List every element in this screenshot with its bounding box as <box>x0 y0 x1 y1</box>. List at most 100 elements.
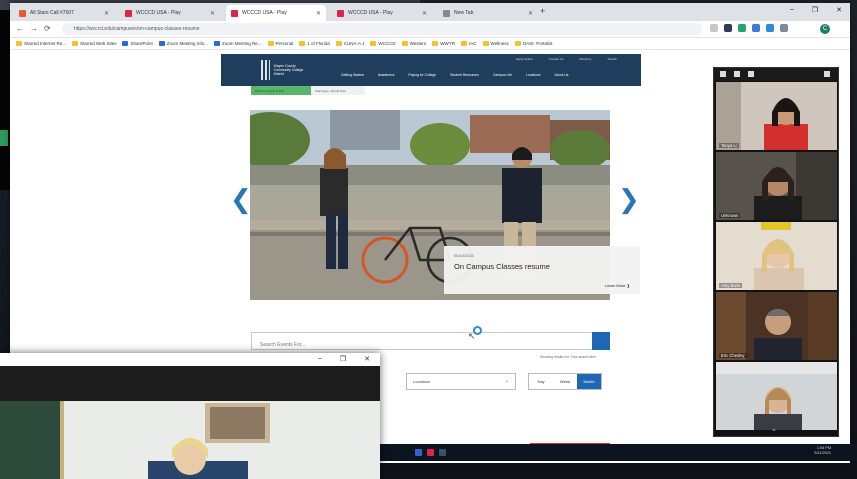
participant-name: Eric Chesley <box>719 353 747 358</box>
taskbar-app-icon[interactable] <box>415 449 422 456</box>
speaker-video <box>0 401 380 479</box>
search-input[interactable] <box>252 337 592 353</box>
browser-tab[interactable]: WCCCD USA - Play ✕ <box>120 5 220 21</box>
participant-tile[interactable]: Tanya Li <box>716 82 837 150</box>
close-tab-icon[interactable]: ✕ <box>210 10 215 17</box>
speaker-view-icon[interactable] <box>734 71 740 77</box>
nav-item[interactable]: Locations <box>526 73 541 77</box>
bookmark-item[interactable]: IAC <box>461 41 477 46</box>
college-logo[interactable]: Wayne County Community College District <box>261 57 313 83</box>
bookmark-item[interactable]: Western <box>401 41 426 46</box>
minimize-button[interactable]: – <box>318 355 322 363</box>
browser-tab[interactable]: All Stars Call #7007 ✕ <box>14 5 114 21</box>
bookmark-item[interactable]: Personal <box>267 41 293 46</box>
close-tab-icon[interactable]: ✕ <box>104 10 109 17</box>
learn-more-link[interactable]: Learn More ❯ <box>605 283 630 288</box>
extension-icon[interactable] <box>780 24 788 32</box>
carousel-prev-icon[interactable]: ❮ <box>230 185 252 215</box>
bookmark-item[interactable]: Starred Web Sites <box>72 41 116 46</box>
folder-icon <box>335 41 342 46</box>
grid-view-icon[interactable] <box>748 71 754 77</box>
nav-item[interactable]: Academics <box>378 73 395 77</box>
chevron-down-icon: ⌄ <box>504 378 509 384</box>
close-tab-icon[interactable]: ✕ <box>316 10 321 17</box>
bookmark-item[interactable]: Starred Internet Re... <box>16 41 66 46</box>
calendar-view-toggle: Day Week Month <box>528 373 602 390</box>
view-month-button[interactable]: Month <box>577 374 601 389</box>
browser-tab-active[interactable]: WCCCD USA - Play ✕ <box>226 5 326 21</box>
gallery-toolbar <box>714 68 838 81</box>
speaker-video-frame <box>0 401 380 479</box>
taskbar-app-icon[interactable] <box>427 449 434 456</box>
view-day-button[interactable]: Day <box>529 374 553 389</box>
extension-icon[interactable] <box>710 24 718 32</box>
profile-avatar[interactable]: C <box>820 24 830 34</box>
browser-tab[interactable]: New Tab ✕ <box>438 5 538 21</box>
close-window-button[interactable]: ✕ <box>364 355 370 363</box>
new-tab-button[interactable]: + <box>540 6 545 16</box>
search-button[interactable] <box>592 332 610 350</box>
folder-icon <box>299 41 306 46</box>
extension-icon[interactable] <box>738 24 746 32</box>
utility-link[interactable]: Apply Online <box>516 57 533 61</box>
nav-item[interactable]: Getting Started <box>341 73 364 77</box>
participant-tile[interactable]: Amy Bane <box>716 222 837 290</box>
maximize-button[interactable]: ❐ <box>340 355 346 363</box>
nav-item[interactable]: Campus Life <box>493 73 512 77</box>
bookmark-item[interactable]: Zoom Meeting Info... <box>158 41 208 46</box>
reload-icon[interactable]: ⟳ <box>44 24 51 33</box>
welcome-strip[interactable]: Welcome Back ★★★ <box>251 86 311 95</box>
utility-link[interactable]: Directory <box>579 57 591 61</box>
folder-icon <box>16 41 22 46</box>
logo-mark-icon <box>261 60 270 80</box>
extension-icon[interactable] <box>724 24 732 32</box>
bookmark-item[interactable]: Zoom Meeting Re... <box>214 41 262 46</box>
back-icon[interactable]: ← <box>16 24 24 33</box>
chevron-down-icon[interactable]: ⌄ <box>771 425 777 433</box>
nav-item[interactable]: Paying for College <box>408 73 436 77</box>
bookmarks-bar: Starred Internet Re... Starred Web Sites… <box>10 38 850 50</box>
bookmark-item[interactable]: WCCCD <box>370 41 396 46</box>
carousel-next-icon[interactable]: ❯ <box>618 185 640 215</box>
folder-icon <box>432 41 439 46</box>
taskbar-app-icon[interactable] <box>439 449 446 456</box>
extension-icon[interactable] <box>752 24 760 32</box>
breadcrumb[interactable]: Start Here › Enroll Now <box>311 86 365 95</box>
bookmark-item[interactable]: 1 of Florida <box>299 41 330 46</box>
browser-tab[interactable]: WCCCD USA - Play ✕ <box>332 5 432 21</box>
bookmark-item[interactable]: Wellness <box>482 41 509 46</box>
bookmark-item[interactable]: CUNA-A J <box>335 41 364 46</box>
maximize-button[interactable]: ❐ <box>812 6 818 14</box>
forward-icon[interactable]: → <box>30 24 38 33</box>
utility-link[interactable]: Contact Us <box>549 57 564 61</box>
minimize-button[interactable]: – <box>790 6 794 14</box>
bookmark-item[interactable]: OASI- Portalist <box>514 41 552 46</box>
url-input[interactable]: https://wcccd.edu/campuses/on-campus-cla… <box>62 23 702 35</box>
participant-video <box>716 292 837 360</box>
participant-tile[interactable]: Unknown <box>716 152 837 220</box>
close-tab-icon[interactable]: ✕ <box>422 10 427 17</box>
zoom-window-titlebar: – ❐ ✕ <box>0 353 380 366</box>
participant-name: Tanya Li <box>719 143 739 148</box>
close-window-button[interactable]: ✕ <box>836 6 842 14</box>
view-week-button[interactable]: Week <box>553 374 577 389</box>
minimize-icon[interactable] <box>720 71 726 77</box>
utility-links: Apply Online Contact Us Directory Search <box>516 57 617 61</box>
location-dropdown[interactable]: Locations ⌄ <box>406 373 516 390</box>
pin-icon[interactable] <box>824 71 830 77</box>
system-clock[interactable]: 1:08 PM 5/11/2021 <box>814 446 831 456</box>
tab-title: WCCCD USA - Play <box>136 10 181 16</box>
utility-link[interactable]: Search <box>607 57 617 61</box>
participant-tile[interactable] <box>716 362 837 430</box>
participant-tile[interactable]: Eric Chesley <box>716 292 837 360</box>
close-tab-icon[interactable]: ✕ <box>528 10 533 17</box>
bookmark-item[interactable]: WWYR <box>432 41 455 46</box>
address-bar-row: ← → ⟳ https://wcccd.edu/campuses/on-camp… <box>10 21 850 38</box>
extension-icon[interactable] <box>766 24 774 32</box>
participant-name: Amy Bane <box>719 283 743 288</box>
zoom-video-window: – ❐ ✕ <box>0 353 380 479</box>
hero-caption-card: 05/13/2021 On Campus Classes resume Lear… <box>444 246 640 294</box>
bookmark-item[interactable]: SharePoint <box>122 41 153 46</box>
nav-item[interactable]: About Us <box>555 73 569 77</box>
nav-item[interactable]: Student Resources <box>450 73 479 77</box>
